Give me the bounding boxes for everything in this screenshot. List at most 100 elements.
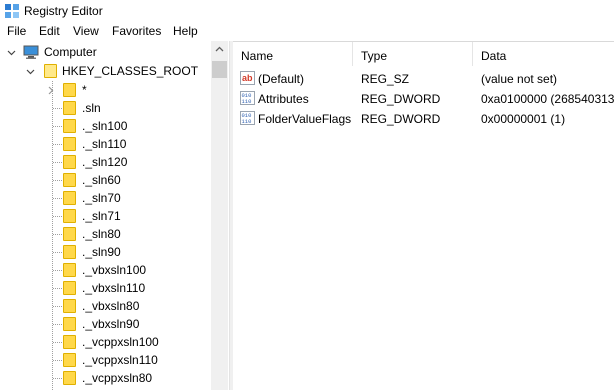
- folder-icon: [63, 317, 76, 331]
- svg-text:110: 110: [242, 98, 252, 105]
- tree-item-computer[interactable]: Computer: [0, 43, 211, 61]
- tree-connector: [53, 324, 62, 325]
- tree-item-label: ._vcppxsln80: [82, 371, 153, 385]
- column-header-label: Name: [241, 49, 274, 63]
- svg-text:ab: ab: [242, 73, 253, 83]
- folder-icon: [63, 227, 76, 241]
- folder-icon: [63, 299, 76, 313]
- tree-item[interactable]: ._vcppxsln110: [0, 351, 211, 369]
- binary-value-icon: 010 110: [240, 91, 255, 105]
- tree-item-label: ._sln110: [82, 137, 127, 151]
- tree-item[interactable]: ._sln120: [0, 153, 211, 171]
- tree-item[interactable]: ._sln90: [0, 243, 211, 261]
- tree-item-label: ._vbxsln90: [82, 317, 140, 331]
- tree-item[interactable]: *: [0, 81, 211, 99]
- folder-icon: [63, 191, 76, 205]
- tree-item-label: ._sln60: [82, 173, 121, 187]
- tree-item-label: .sln: [82, 101, 101, 115]
- column-header-data[interactable]: Data: [473, 42, 614, 66]
- tree-item[interactable]: ._vbxsln110: [0, 279, 211, 297]
- tree-item[interactable]: ._vbxsln80: [0, 297, 211, 315]
- window-title: Registry Editor: [24, 4, 103, 18]
- values-list[interactable]: Name Type Data ab (Default) REG_SZ (valu…: [233, 41, 614, 390]
- folder-icon: [63, 263, 76, 277]
- tree-item[interactable]: ._vcppxsln80: [0, 369, 211, 387]
- value-row[interactable]: ab (Default) REG_SZ (value not set): [233, 68, 614, 88]
- tree-label-hkey-classes-root: HKEY_CLASSES_ROOT: [62, 64, 199, 78]
- folder-icon: [63, 245, 76, 259]
- value-name: (Default): [258, 72, 305, 86]
- value-data: 0xa0100000 (2685403136): [481, 92, 614, 106]
- folder-icon: [63, 371, 76, 385]
- folder-open-icon: [44, 64, 57, 78]
- value-type: REG_DWORD: [361, 112, 441, 126]
- title-bar: Registry Editor: [0, 0, 614, 22]
- tree-item[interactable]: ._sln70: [0, 189, 211, 207]
- value-type: REG_DWORD: [361, 92, 441, 106]
- binary-value-icon: 010 110: [240, 111, 255, 125]
- tree-connector: [53, 144, 62, 145]
- tree-connector: [53, 252, 62, 253]
- tree-item[interactable]: ._sln110: [0, 135, 211, 153]
- folder-icon: [63, 173, 76, 187]
- tree-item[interactable]: ._sln60: [0, 171, 211, 189]
- value-data: (value not set): [481, 72, 558, 86]
- key-tree[interactable]: Computer HKEY_CLASSES_ROOT * .sln ._sln1…: [0, 41, 229, 390]
- folder-icon: [63, 155, 76, 169]
- tree-connector: [53, 288, 62, 289]
- chevron-down-icon[interactable]: [7, 48, 16, 57]
- chevron-right-icon[interactable]: [46, 86, 55, 95]
- tree-connector: [53, 126, 62, 127]
- folder-icon: [63, 101, 76, 115]
- column-header-type[interactable]: Type: [353, 42, 473, 66]
- tree-item[interactable]: ._vbxsln100: [0, 261, 211, 279]
- scroll-up-arrow-icon[interactable]: [211, 41, 228, 58]
- tree-connector: [53, 216, 62, 217]
- value-data: 0x00000001 (1): [481, 112, 566, 126]
- tree-item[interactable]: ._sln80: [0, 225, 211, 243]
- chevron-down-icon[interactable]: [26, 67, 35, 76]
- tree-item[interactable]: .sln: [0, 99, 211, 117]
- menu-view[interactable]: View: [72, 24, 100, 38]
- tree-item-label: ._vcppxsln100: [82, 335, 159, 349]
- column-header-name[interactable]: Name: [233, 42, 353, 66]
- folder-icon: [63, 335, 76, 349]
- registry-editor-icon: [5, 4, 19, 18]
- menu-file[interactable]: File: [6, 24, 27, 38]
- tree-item-label: ._sln100: [82, 119, 128, 133]
- tree-item[interactable]: ._sln71: [0, 207, 211, 225]
- value-row[interactable]: 010 110 FolderValueFlags REG_DWORD 0x000…: [233, 108, 614, 128]
- folder-icon: [63, 353, 76, 367]
- value-type: REG_SZ: [361, 72, 410, 86]
- menu-edit[interactable]: Edit: [38, 24, 61, 38]
- tree-item[interactable]: ._vcppxsln100: [0, 333, 211, 351]
- tree-item-label: ._sln80: [82, 227, 121, 241]
- column-header-label: Type: [361, 49, 388, 63]
- tree-item-hkey-classes-root[interactable]: HKEY_CLASSES_ROOT: [0, 62, 211, 80]
- menu-favorites[interactable]: Favorites: [111, 24, 162, 38]
- scroll-thumb[interactable]: [212, 61, 227, 78]
- tree-connector: [53, 180, 62, 181]
- tree-item-label: ._vcppxsln110: [82, 353, 158, 367]
- tree-item-label: ._vbxsln80: [82, 299, 140, 313]
- tree-label-computer: Computer: [44, 45, 97, 59]
- tree-item[interactable]: ._sln100: [0, 117, 211, 135]
- tree-connector: [53, 342, 62, 343]
- tree-item-label: ._sln71: [82, 209, 121, 223]
- folder-icon: [63, 281, 76, 295]
- tree-item[interactable]: ._vbxsln90: [0, 315, 211, 333]
- tree-item-label: ._vbxsln100: [82, 263, 147, 277]
- folder-icon: [63, 119, 76, 133]
- tree-connector: [53, 378, 62, 379]
- value-name: Attributes: [258, 92, 309, 106]
- menu-bar: File Edit View Favorites Help: [0, 22, 614, 41]
- tree-item-label: ._sln120: [82, 155, 128, 169]
- tree-connector: [53, 306, 62, 307]
- tree-scrollbar[interactable]: [211, 41, 228, 390]
- value-row[interactable]: 010 110 Attributes REG_DWORD 0xa0100000 …: [233, 88, 614, 108]
- menu-help[interactable]: Help: [172, 24, 199, 38]
- tree-connector: [53, 162, 62, 163]
- tree-item-label: ._sln90: [82, 245, 121, 259]
- value-name: FolderValueFlags: [258, 112, 352, 126]
- tree-connector: [53, 198, 62, 199]
